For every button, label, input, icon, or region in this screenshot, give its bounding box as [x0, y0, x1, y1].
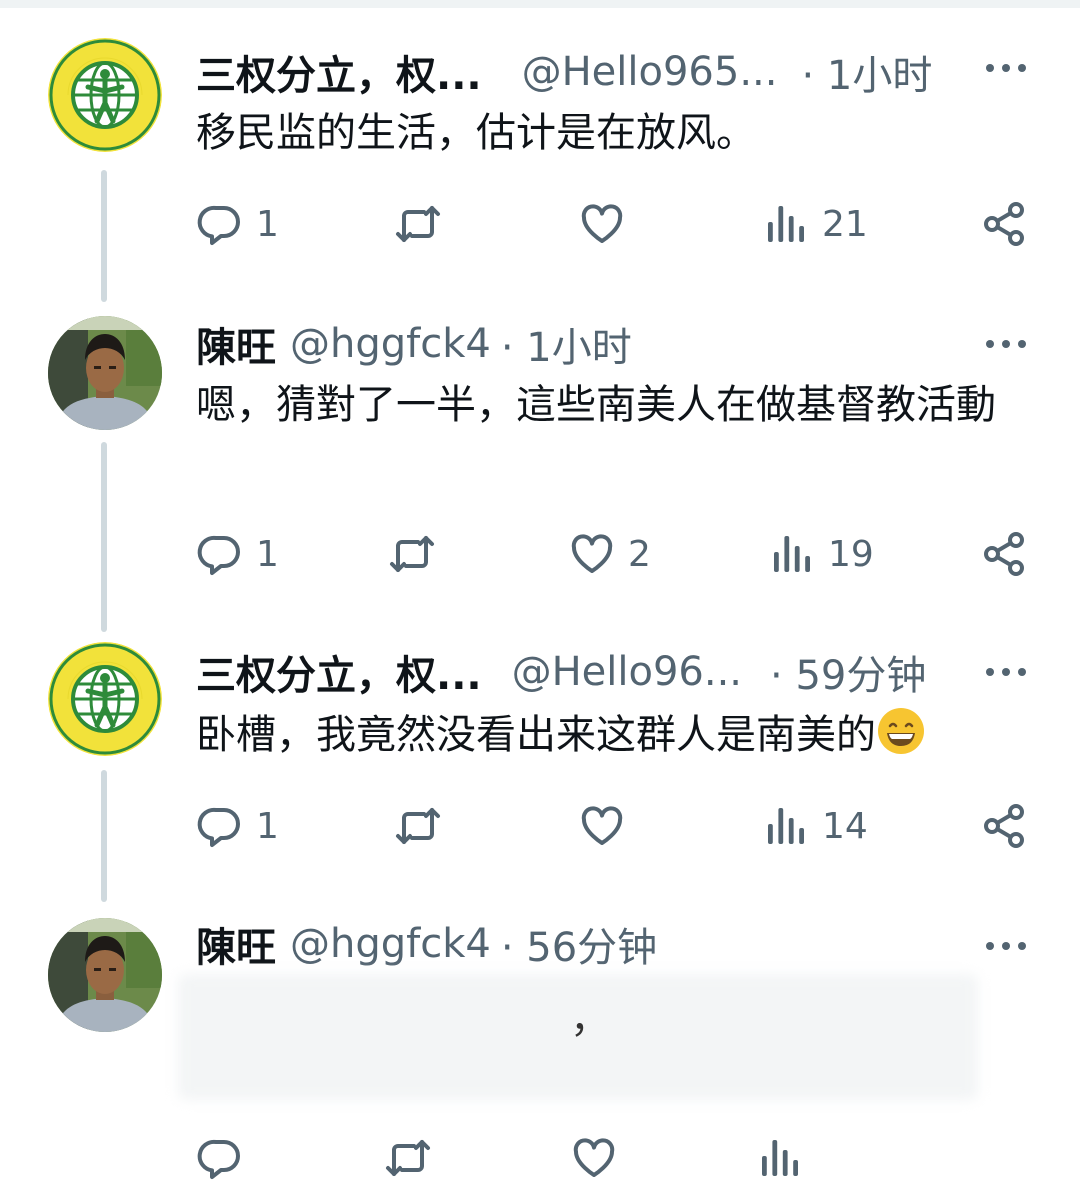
- repost-icon: [384, 1134, 432, 1182]
- repost-button[interactable]: [384, 1128, 444, 1188]
- more-options-icon[interactable]: [986, 660, 1026, 684]
- user-handle[interactable]: @Hello96...: [512, 649, 742, 695]
- views-button[interactable]: 14: [762, 796, 868, 856]
- world-citizen-logo-icon: [48, 642, 162, 756]
- tweet-text: 移民监的生活，估计是在放风。: [196, 110, 756, 156]
- views-icon: [756, 1134, 804, 1182]
- top-divider: [0, 0, 1080, 8]
- user-handle[interactable]: @hggfck4: [290, 321, 491, 367]
- grinning-face-emoji-icon: [878, 708, 924, 754]
- tweet-text: ，: [570, 996, 610, 1042]
- user-handle[interactable]: @hggfck4: [290, 921, 491, 967]
- share-icon: [980, 530, 1028, 578]
- share-button[interactable]: [980, 524, 1028, 584]
- reply-button[interactable]: 1: [196, 796, 279, 856]
- display-name[interactable]: 三权分立，权...: [196, 43, 482, 101]
- heart-icon: [578, 802, 626, 850]
- avatar[interactable]: [48, 38, 162, 152]
- repost-icon: [394, 802, 442, 850]
- timestamp[interactable]: · 59分钟: [770, 643, 926, 701]
- avatar[interactable]: [48, 918, 162, 1032]
- reply-count: 1: [256, 805, 279, 847]
- like-count: 2: [628, 533, 651, 575]
- timestamp[interactable]: · 1小时: [501, 315, 632, 373]
- repost-button[interactable]: [394, 194, 454, 254]
- like-button[interactable]: [578, 796, 638, 856]
- views-icon: [762, 802, 810, 850]
- profile-photo-icon: [48, 918, 162, 1032]
- like-button[interactable]: [578, 194, 638, 254]
- display-name[interactable]: 陳旺: [196, 915, 276, 973]
- view-count: 14: [822, 805, 868, 847]
- tweet-text: 卧槽，我竟然没看出来这群人是南美的: [196, 706, 1016, 764]
- reply-icon: [196, 802, 244, 850]
- timestamp[interactable]: · 56分钟: [501, 915, 657, 973]
- tweet-header: 三权分立，权... @Hello965... · 1小时: [196, 40, 932, 104]
- tweet-header: 三权分立，权... @Hello96... · 59分钟: [196, 640, 926, 704]
- reply-count: 1: [256, 203, 279, 245]
- more-options-icon[interactable]: [986, 332, 1026, 356]
- repost-button[interactable]: [388, 524, 448, 584]
- avatar[interactable]: [48, 316, 162, 430]
- view-count: 19: [828, 533, 874, 575]
- repost-icon: [394, 200, 442, 248]
- reply-icon: [196, 200, 244, 248]
- more-options-icon[interactable]: [986, 56, 1026, 80]
- repost-icon: [388, 530, 436, 578]
- share-icon: [980, 802, 1028, 850]
- reply-icon: [196, 1134, 244, 1182]
- share-button[interactable]: [980, 194, 1028, 254]
- views-button[interactable]: [756, 1128, 816, 1188]
- views-button[interactable]: 19: [768, 524, 874, 584]
- avatar[interactable]: [48, 642, 162, 756]
- tweet-header: 陳旺 @hggfck4 · 56分钟: [196, 912, 657, 976]
- like-button[interactable]: [570, 1128, 630, 1188]
- heart-icon: [578, 200, 626, 248]
- tweet-text-content: 卧槽，我竟然没看出来这群人是南美的: [196, 712, 876, 758]
- repost-button[interactable]: [394, 796, 454, 856]
- action-bar: 1 14: [0, 796, 1080, 856]
- share-button[interactable]: [980, 796, 1028, 856]
- heart-icon: [570, 1134, 618, 1182]
- reply-icon: [196, 530, 244, 578]
- display-name[interactable]: 三权分立，权...: [196, 643, 482, 701]
- views-icon: [768, 530, 816, 578]
- reply-count: 1: [256, 533, 279, 575]
- reply-button[interactable]: [196, 1128, 256, 1188]
- user-handle[interactable]: @Hello965...: [522, 49, 778, 95]
- profile-photo-icon: [48, 316, 162, 430]
- action-bar: [0, 1128, 1080, 1188]
- tweet-text: 嗯，猜對了一半，這些南美人在做基督教活動: [196, 382, 996, 428]
- view-count: 21: [822, 203, 868, 245]
- views-icon: [762, 200, 810, 248]
- like-button[interactable]: 2: [568, 524, 651, 584]
- heart-icon: [568, 530, 616, 578]
- action-bar: 1 21: [0, 194, 1080, 254]
- world-citizen-logo-icon: [48, 38, 162, 152]
- reply-button[interactable]: 1: [196, 194, 279, 254]
- tweet-header: 陳旺 @hggfck4 · 1小时: [196, 312, 632, 376]
- views-button[interactable]: 21: [762, 194, 868, 254]
- action-bar: 1 2 19: [0, 524, 1080, 584]
- more-options-icon[interactable]: [986, 934, 1026, 958]
- reply-button[interactable]: 1: [196, 524, 279, 584]
- timestamp[interactable]: · 1小时: [801, 43, 932, 101]
- display-name[interactable]: 陳旺: [196, 315, 276, 373]
- share-icon: [980, 200, 1028, 248]
